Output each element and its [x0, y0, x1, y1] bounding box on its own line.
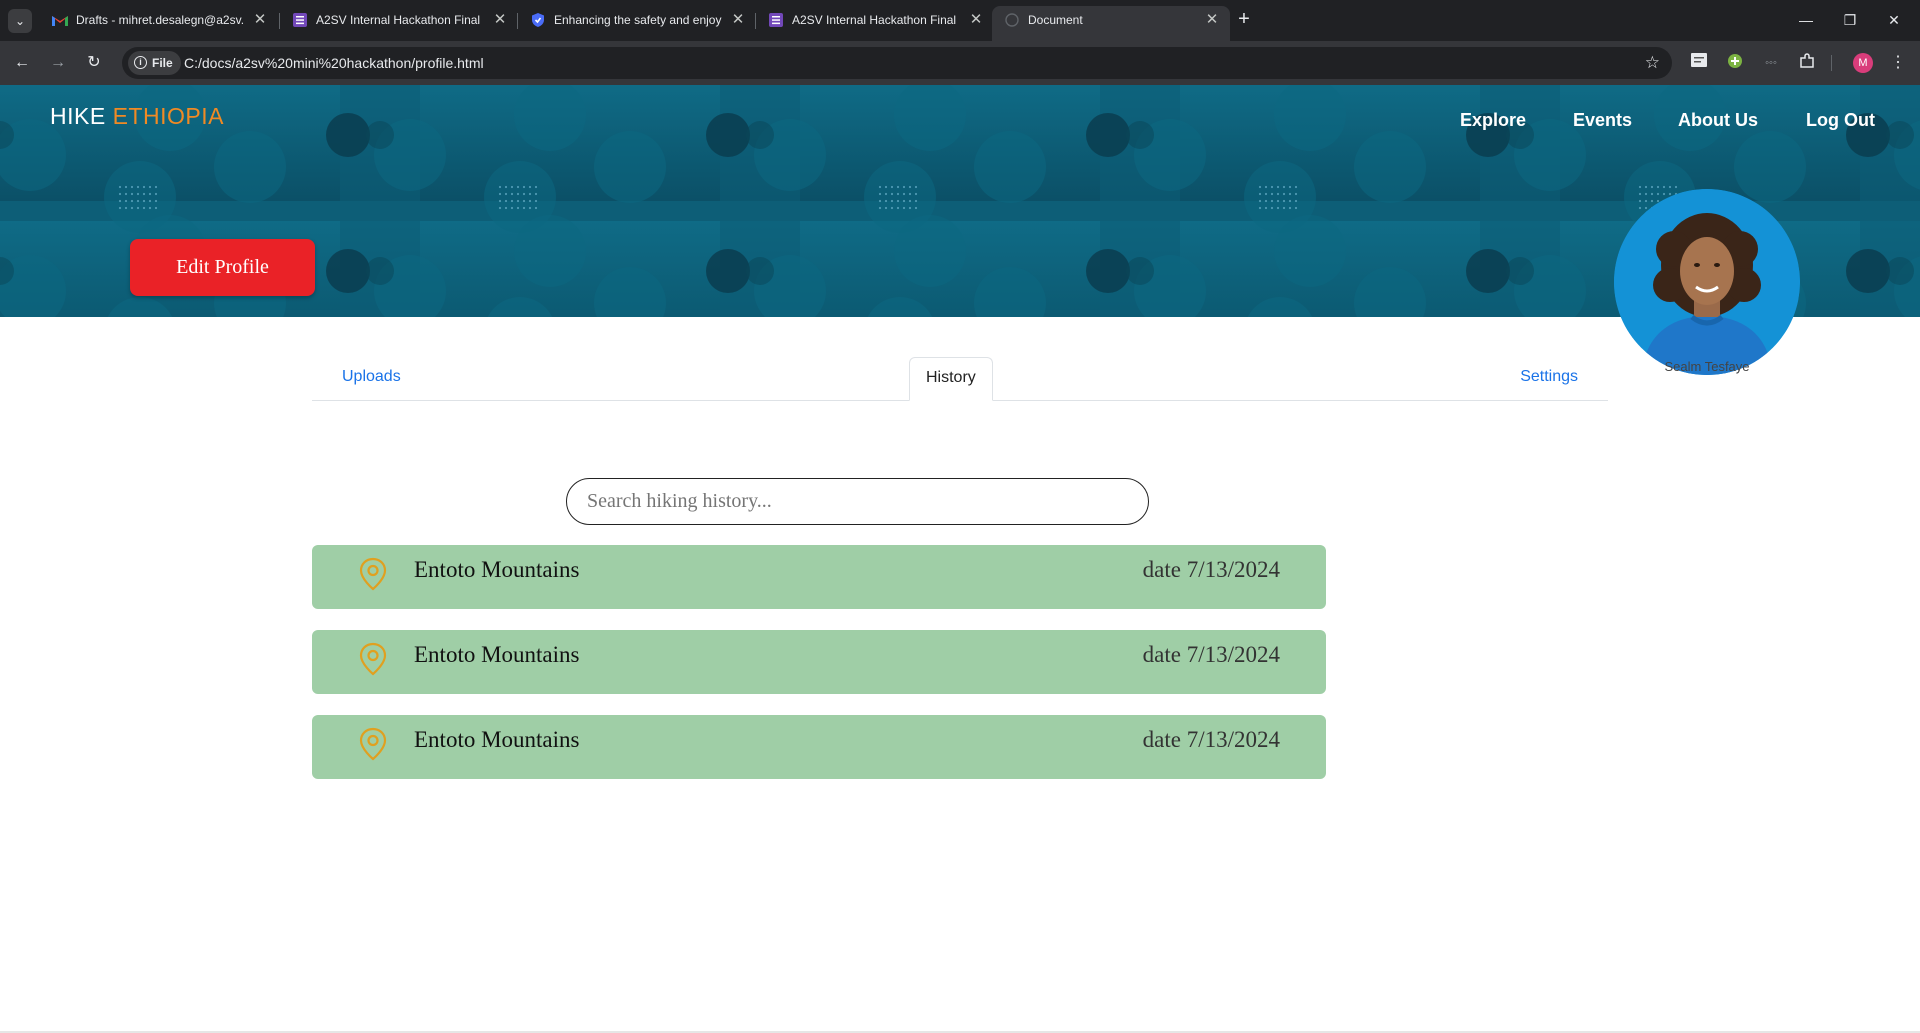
form-icon — [769, 13, 783, 27]
minimize-button[interactable]: — — [1786, 6, 1826, 34]
tab-title: Enhancing the safety and enjoy — [554, 13, 722, 27]
browser-tab[interactable]: A2SV Internal Hackathon Final ( ✕ — [280, 6, 518, 41]
search-history-input[interactable] — [566, 478, 1149, 525]
puzzle-icon[interactable] — [1797, 53, 1817, 73]
bookmark-star-icon[interactable]: ☆ — [1645, 47, 1660, 79]
site-info-label: File — [152, 56, 173, 70]
address-bar[interactable]: i File C:/docs/a2sv%20mini%20hackathon/p… — [122, 47, 1672, 79]
close-tab-icon[interactable]: ✕ — [730, 6, 746, 34]
form-icon — [293, 13, 307, 27]
extension-dots-icon[interactable]: ◦◦◦ — [1761, 53, 1781, 73]
nav-events[interactable]: Events — [1573, 110, 1632, 131]
extension-icon[interactable] — [1689, 53, 1709, 73]
user-name: Sealm Tesfaye — [1664, 359, 1750, 374]
close-tab-icon[interactable]: ✕ — [968, 6, 984, 34]
edit-profile-button[interactable]: Edit Profile — [130, 239, 315, 296]
close-tab-icon[interactable]: ✕ — [492, 6, 508, 34]
tab-search-button[interactable]: ⌄ — [8, 9, 32, 33]
tab-history[interactable]: History — [909, 357, 993, 401]
history-date: date 7/13/2024 — [1142, 557, 1280, 582]
back-arrow-icon[interactable]: ← — [10, 51, 34, 75]
browser-tab[interactable]: Drafts - mihret.desalegn@a2sv... ✕ — [40, 6, 278, 41]
close-window-button[interactable]: ✕ — [1874, 6, 1914, 34]
page-viewport: HIKE ETHIOPIA Explore Events About Us Lo… — [0, 85, 1920, 1033]
more-menu-icon[interactable]: ⋮ — [1888, 53, 1908, 73]
profile-avatar-photo — [1614, 189, 1800, 375]
close-tab-icon[interactable]: ✕ — [1204, 6, 1220, 34]
site-logo[interactable]: HIKE ETHIOPIA — [50, 103, 224, 130]
brand-text-2: ETHIOPIA — [112, 103, 224, 129]
extension-plus-icon[interactable] — [1725, 53, 1745, 73]
browser-tab-strip: ⌄ Drafts - mihret.desalegn@a2sv... ✕ A2S… — [0, 0, 1920, 41]
url-text[interactable]: C:/docs/a2sv%20mini%20hackathon/profile.… — [184, 47, 484, 79]
reload-icon[interactable]: ↻ — [82, 51, 106, 75]
brand-text-1: HIKE — [50, 103, 113, 129]
browser-toolbar: ← → ↻ i File C:/docs/a2sv%20mini%20hacka… — [0, 41, 1920, 85]
history-date: date 7/13/2024 — [1142, 642, 1280, 667]
history-place: Entoto Mountains — [414, 557, 580, 582]
tab-settings[interactable]: Settings — [1504, 357, 1594, 401]
browser-tab[interactable]: A2SV Internal Hackathon Final ( ✕ — [756, 6, 994, 41]
history-item[interactable]: Entoto Mountains date 7/13/2024 — [312, 630, 1326, 694]
tab-title: A2SV Internal Hackathon Final ( — [792, 13, 960, 27]
tab-title: Drafts - mihret.desalegn@a2sv... — [76, 13, 244, 27]
history-item[interactable]: Entoto Mountains date 7/13/2024 — [312, 715, 1326, 779]
nav-log-out[interactable]: Log Out — [1806, 110, 1875, 131]
location-pin-icon — [359, 557, 387, 591]
history-item[interactable]: Entoto Mountains date 7/13/2024 — [312, 545, 1326, 609]
browser-tab[interactable]: Enhancing the safety and enjoy ✕ — [518, 6, 756, 41]
tab-title: A2SV Internal Hackathon Final ( — [316, 13, 484, 27]
location-pin-icon — [359, 642, 387, 676]
nav-explore[interactable]: Explore — [1460, 110, 1526, 131]
browser-tab-active[interactable]: Document ✕ — [992, 6, 1230, 41]
close-tab-icon[interactable]: ✕ — [252, 6, 268, 34]
history-place: Entoto Mountains — [414, 642, 580, 667]
profile-tabs: Uploads History Settings — [312, 353, 1608, 401]
shield-icon — [532, 13, 544, 27]
restore-button[interactable]: ❐ — [1830, 6, 1870, 34]
gmail-icon — [52, 16, 68, 26]
profile-avatar[interactable]: M — [1853, 53, 1873, 73]
history-place: Entoto Mountains — [414, 727, 580, 752]
forward-arrow-icon[interactable]: → — [46, 51, 70, 75]
tab-title: Document — [1028, 13, 1083, 27]
site-info-chip[interactable]: i File — [128, 51, 181, 75]
globe-icon — [1005, 13, 1019, 27]
history-date: date 7/13/2024 — [1142, 727, 1280, 752]
location-pin-icon — [359, 727, 387, 761]
new-tab-button[interactable]: + — [1232, 8, 1256, 32]
nav-about-us[interactable]: About Us — [1678, 110, 1758, 131]
info-icon: i — [134, 56, 147, 69]
tab-uploads[interactable]: Uploads — [326, 357, 417, 401]
